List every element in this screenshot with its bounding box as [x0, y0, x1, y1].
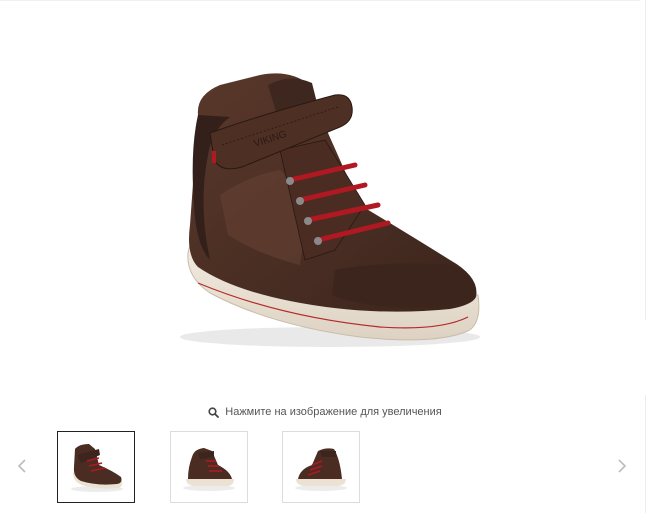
thumbnail-image — [183, 448, 235, 491]
chevron-left-icon — [17, 459, 26, 473]
divider — [0, 0, 640, 1]
thumbnail-1[interactable] — [57, 431, 135, 503]
thumbnail-2[interactable] — [170, 431, 248, 503]
chevron-right-icon — [618, 459, 627, 473]
search-icon — [208, 406, 220, 418]
next-button[interactable] — [614, 456, 630, 476]
thumbnail-image — [71, 444, 123, 492]
thumbnail-3[interactable] — [282, 431, 360, 503]
shoe-illustration: VIKING — [180, 73, 480, 347]
thumbnail-image — [295, 448, 347, 491]
product-gallery: VIKING Нажмите на изображение для увелич… — [0, 0, 650, 513]
prev-button[interactable] — [14, 456, 30, 476]
zoom-hint-text: Нажмите на изображение для увеличения — [225, 406, 442, 418]
main-product-image[interactable]: VIKING — [150, 55, 500, 355]
divider — [645, 0, 646, 320]
zoom-hint: Нажмите на изображение для увеличения — [0, 403, 650, 421]
